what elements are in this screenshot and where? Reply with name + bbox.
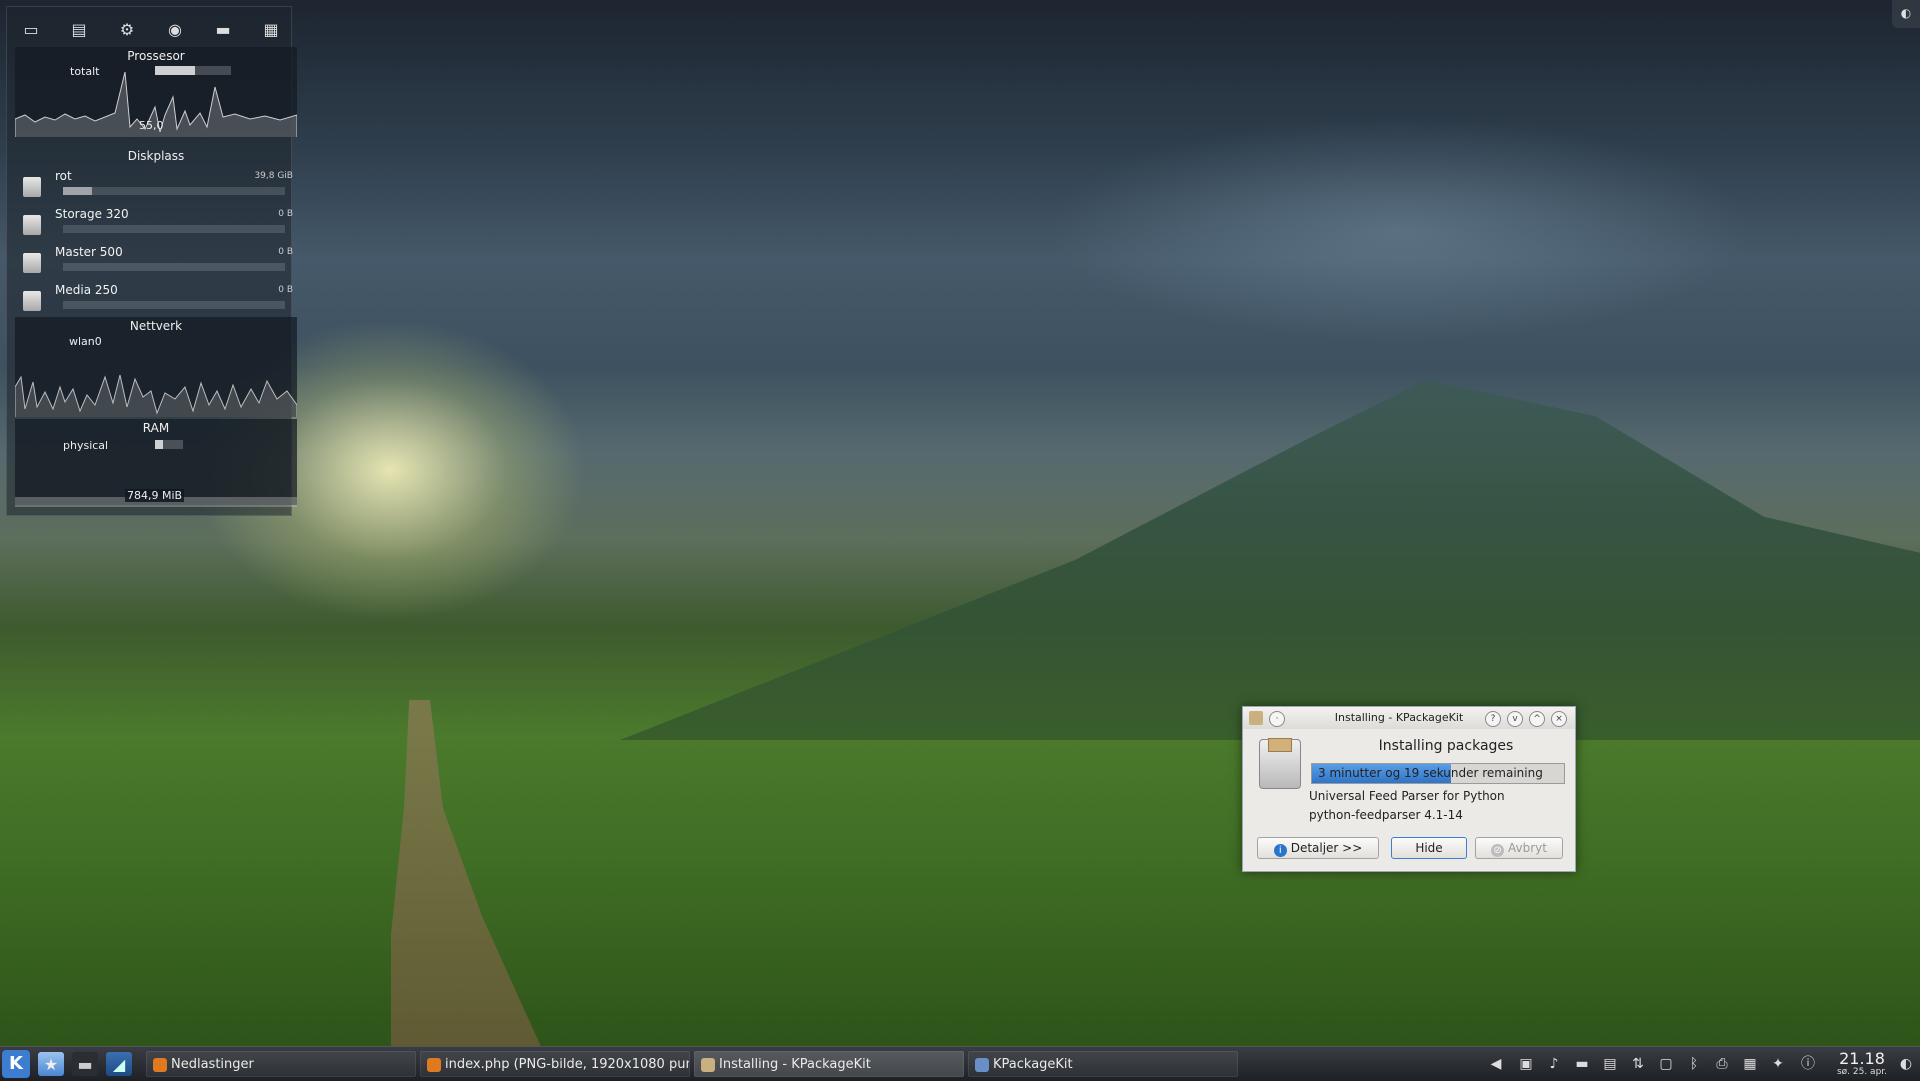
progress-text: 3 minutter og 19 sekunder remaining — [1318, 766, 1543, 780]
task-label: Installing - KPackageKit — [719, 1057, 871, 1072]
disk-value: 0 B — [278, 247, 293, 257]
display-icon[interactable]: ▢ — [1656, 1054, 1676, 1074]
task-label: KPackageKit — [993, 1057, 1073, 1072]
dialog-title: Installing - KPackageKit — [1334, 711, 1464, 724]
cancel-button[interactable]: ⊘ Avbryt — [1475, 837, 1563, 859]
package-description: Universal Feed Parser for Python — [1309, 789, 1505, 803]
disk-name: Master 500 — [55, 245, 123, 259]
tray-arrow-icon[interactable]: ◀ — [1486, 1054, 1506, 1074]
help-icon[interactable]: ? — [1485, 711, 1501, 727]
harddisk-icon — [23, 253, 41, 273]
clock[interactable]: 21.18 sø. 25. apr. — [1834, 1049, 1890, 1077]
ram-bar — [155, 440, 183, 449]
minimize-icon[interactable]: v — [1507, 711, 1523, 727]
pin-icon[interactable]: · — [1269, 711, 1285, 727]
sensor-icon[interactable]: ▦ — [257, 17, 285, 41]
cancel-icon: ⊘ — [1491, 844, 1505, 857]
firefox-icon — [153, 1058, 167, 1072]
monitor-icon[interactable]: ▣ — [1516, 1054, 1536, 1074]
battery-icon[interactable]: ▬ — [1572, 1054, 1592, 1074]
disk-name: Media 250 — [55, 283, 118, 297]
kde-menu-icon[interactable]: K — [2, 1050, 30, 1078]
network-panel: Nettverk wlan0 — [15, 317, 297, 417]
disk-name: rot — [55, 169, 72, 183]
disk-item: Master 500 0 B — [15, 243, 297, 281]
task-nedlastinger[interactable]: Nedlastinger — [146, 1051, 416, 1077]
disk-item: Media 250 0 B — [15, 281, 297, 319]
details-button[interactable]: i Detaljer >> — [1257, 837, 1379, 859]
package-icon — [701, 1058, 715, 1072]
bluetooth-icon[interactable]: ᛒ — [1684, 1054, 1704, 1074]
ram-label: physical — [63, 439, 109, 452]
task-installing-kpackagekit[interactable]: Installing - KPackageKit — [694, 1051, 964, 1077]
task-label: Nedlastinger — [171, 1057, 254, 1072]
desktop-toolbox-icon[interactable]: ◐ — [1892, 0, 1920, 28]
network-graph — [15, 374, 297, 417]
drive-icon[interactable]: ▤ — [65, 17, 93, 41]
volume-icon[interactable]: ♪ — [1544, 1054, 1564, 1074]
harddisk-icon[interactable]: ▭ — [17, 17, 45, 41]
install-progress-bar: 3 minutter og 19 sekunder remaining — [1311, 763, 1565, 784]
disk-item: rot 39,8 GiB — [15, 167, 297, 205]
task-label: index.php (PNG-bilde, 1920x1080 pun — [445, 1057, 690, 1072]
wallpaper-path — [391, 700, 547, 1060]
ram-title: RAM — [142, 421, 170, 435]
package-icon[interactable]: ▦ — [1740, 1054, 1760, 1074]
disk-bar — [63, 263, 285, 271]
harddisk-icon — [23, 291, 41, 311]
clipboard-icon[interactable]: ▤ — [1600, 1054, 1620, 1074]
show-desktop-icon[interactable]: ▬ — [72, 1052, 98, 1076]
kpackagekit-dialog: · Installing - KPackageKit ? v ^ × Insta… — [1242, 706, 1576, 872]
taskbar: K ★ ▬ ◢ Nedlastinger index.php (PNG-bild… — [0, 1046, 1920, 1081]
clock-date: sø. 25. apr. — [1836, 1067, 1888, 1077]
hide-button[interactable]: Hide — [1391, 837, 1467, 859]
ram-panel: RAM physical 784,9 MiB — [15, 419, 297, 507]
details-button-label: Detaljer >> — [1290, 841, 1363, 855]
disk-value: 0 B — [278, 209, 293, 219]
disk-item: Storage 320 0 B — [15, 205, 297, 243]
processor-panel: Prossesor totalt 55,0 — [15, 47, 297, 137]
harddisk-icon — [23, 177, 41, 197]
task-kpackagekit[interactable]: KPackageKit — [968, 1051, 1238, 1077]
disk-title: Diskplass — [127, 149, 185, 163]
task-index-php[interactable]: index.php (PNG-bilde, 1920x1080 pun — [420, 1051, 690, 1077]
harddisk-icon — [23, 215, 41, 235]
panel-toolbox-icon[interactable]: ◐ — [1896, 1054, 1916, 1074]
network-card-icon[interactable]: ⚙ — [113, 17, 141, 41]
disk-value: 39,8 GiB — [254, 171, 293, 181]
dialog-titlebar[interactable]: · Installing - KPackageKit ? v ^ × — [1243, 707, 1575, 729]
printer-icon[interactable]: ⎙ — [1712, 1054, 1732, 1074]
info-icon[interactable]: ⓘ — [1798, 1054, 1818, 1074]
wallpaper-mountain — [620, 380, 1920, 740]
clock-time: 21.18 — [1839, 1049, 1885, 1068]
disk-bar — [63, 301, 285, 309]
terminal-icon[interactable]: ◢ — [106, 1052, 132, 1076]
maximize-icon[interactable]: ^ — [1529, 711, 1545, 727]
disk-name: Storage 320 — [55, 207, 129, 221]
dialog-heading: Installing packages — [1378, 738, 1514, 754]
hide-button-label: Hide — [1415, 841, 1443, 855]
package-icon — [1249, 711, 1263, 725]
processor-title: Prossesor — [127, 49, 185, 63]
ram-value: 784,9 MiB — [125, 489, 185, 502]
cancel-button-label: Avbryt — [1508, 841, 1547, 855]
kpackagekit-icon — [975, 1058, 989, 1072]
system-monitor-toolbar: ▭ ▤ ⚙ ◉ ▬ ▦ — [13, 13, 293, 47]
network-title: Nettverk — [129, 319, 183, 333]
ram-icon[interactable]: ▬ — [209, 17, 237, 41]
disk-bar — [63, 187, 285, 195]
system-monitor-widget: ▭ ▤ ⚙ ◉ ▬ ▦ Prossesor totalt 55,0 Diskpl… — [6, 6, 297, 516]
disk-bar — [63, 225, 285, 233]
globe-icon[interactable]: ◉ — [161, 17, 189, 41]
updates-icon[interactable]: ✦ — [1768, 1054, 1788, 1074]
package-name: python-feedparser 4.1-14 — [1309, 808, 1463, 822]
processor-value: 55,0 — [139, 119, 164, 132]
disk-value: 0 B — [278, 285, 293, 295]
info-icon: i — [1273, 844, 1287, 857]
close-icon[interactable]: × — [1551, 711, 1567, 727]
firefox-icon — [427, 1058, 441, 1072]
folder-star-icon[interactable]: ★ — [38, 1052, 64, 1076]
package-install-icon — [1259, 738, 1301, 789]
network-icon[interactable]: ⇅ — [1628, 1054, 1648, 1074]
